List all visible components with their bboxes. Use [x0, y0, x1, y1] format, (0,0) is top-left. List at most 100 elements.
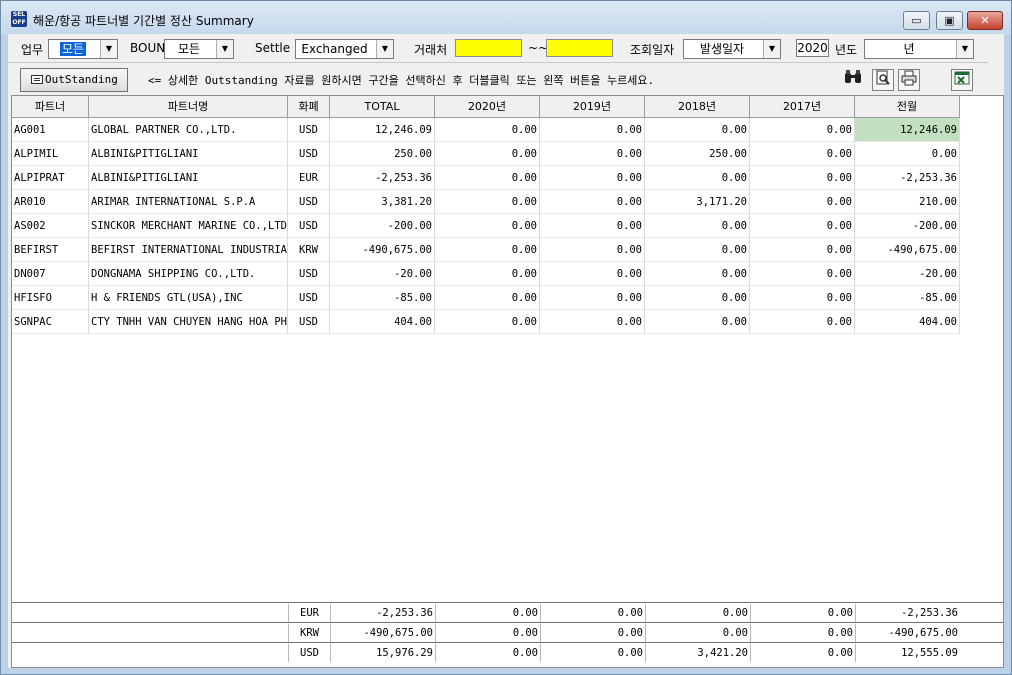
table-cell[interactable]: -85.00: [855, 286, 960, 310]
settle-select[interactable]: Exchanged ▼: [295, 39, 394, 59]
table-cell[interactable]: 0.00: [540, 190, 645, 214]
table-cell[interactable]: 0.00: [750, 262, 855, 286]
table-cell[interactable]: H & FRIENDS GTL(USA),INC: [89, 286, 288, 310]
table-cell[interactable]: KRW: [288, 238, 330, 262]
table-cell[interactable]: ALBINI&PITIGLIANI: [89, 166, 288, 190]
table-cell[interactable]: AG001: [12, 118, 89, 142]
table-cell[interactable]: 0.00: [645, 286, 750, 310]
table-cell[interactable]: 0.00: [540, 118, 645, 142]
table-cell[interactable]: SGNPAC: [12, 310, 89, 334]
title-bar[interactable]: SEL OFF 해운/항공 파트너별 기간별 정산 Summary ▭ ▣ ✕: [1, 1, 1011, 35]
table-cell[interactable]: 0.00: [540, 310, 645, 334]
table-cell[interactable]: USD: [288, 118, 330, 142]
table-cell[interactable]: -2,253.36: [330, 166, 435, 190]
table-cell[interactable]: 0.00: [540, 238, 645, 262]
table-cell[interactable]: -490,675.00: [855, 238, 960, 262]
table-cell[interactable]: SINCKOR MERCHANT MARINE CO.,LTD: [89, 214, 288, 238]
bound-select[interactable]: 모든 ▼: [164, 39, 234, 59]
table-cell[interactable]: 0.00: [540, 142, 645, 166]
table-cell[interactable]: 0.00: [750, 238, 855, 262]
table-cell[interactable]: 0.00: [435, 214, 540, 238]
table-cell[interactable]: 0.00: [855, 142, 960, 166]
table-cell[interactable]: EUR: [288, 166, 330, 190]
chevron-down-icon[interactable]: ▼: [216, 40, 233, 58]
table-cell[interactable]: 12,246.09: [855, 118, 960, 142]
date-type-select[interactable]: 발생일자 ▼: [683, 39, 781, 59]
table-cell[interactable]: 0.00: [750, 190, 855, 214]
table-cell[interactable]: -200.00: [855, 214, 960, 238]
excel-icon[interactable]: [951, 69, 973, 91]
table-cell[interactable]: ALBINI&PITIGLIANI: [89, 142, 288, 166]
table-cell[interactable]: 0.00: [645, 166, 750, 190]
table-cell[interactable]: -20.00: [330, 262, 435, 286]
table-cell[interactable]: 0.00: [750, 118, 855, 142]
table-cell[interactable]: 3,171.20: [645, 190, 750, 214]
table-cell[interactable]: ARIMAR INTERNATIONAL S.P.A: [89, 190, 288, 214]
table-cell[interactable]: 0.00: [750, 166, 855, 190]
column-header-2019[interactable]: 2019년: [540, 96, 645, 118]
table-cell[interactable]: 0.00: [435, 262, 540, 286]
business-select[interactable]: 모든 ▼: [48, 39, 118, 59]
chevron-down-icon[interactable]: ▼: [376, 40, 393, 58]
maximize-button[interactable]: ▣: [936, 11, 963, 30]
partner-from-input[interactable]: [455, 39, 522, 57]
table-cell[interactable]: -490,675.00: [330, 238, 435, 262]
table-cell[interactable]: 0.00: [435, 142, 540, 166]
table-cell[interactable]: BEFIRST INTERNATIONAL INDUSTRIAL: [89, 238, 288, 262]
table-cell[interactable]: 250.00: [645, 142, 750, 166]
preview-icon[interactable]: [872, 69, 894, 91]
chevron-down-icon[interactable]: ▼: [100, 40, 117, 58]
column-header-partner-name[interactable]: 파트너명: [89, 96, 288, 118]
table-cell[interactable]: 404.00: [855, 310, 960, 334]
column-header-partner[interactable]: 파트너: [12, 96, 89, 118]
table-cell[interactable]: 0.00: [645, 310, 750, 334]
table-cell[interactable]: -20.00: [855, 262, 960, 286]
column-header-total[interactable]: TOTAL: [330, 96, 435, 118]
table-cell[interactable]: 0.00: [435, 310, 540, 334]
table-cell[interactable]: 0.00: [750, 214, 855, 238]
chevron-down-icon[interactable]: ▼: [956, 40, 973, 58]
table-cell[interactable]: USD: [288, 190, 330, 214]
column-header-2018[interactable]: 2018년: [645, 96, 750, 118]
table-cell[interactable]: 0.00: [750, 286, 855, 310]
table-cell[interactable]: AR010: [12, 190, 89, 214]
table-cell[interactable]: 12,246.09: [330, 118, 435, 142]
close-button[interactable]: ✕: [967, 11, 1003, 30]
binoculars-icon[interactable]: [842, 69, 864, 91]
table-cell[interactable]: 0.00: [540, 166, 645, 190]
print-icon[interactable]: [898, 69, 920, 91]
outstanding-button[interactable]: OutStanding: [20, 68, 128, 92]
table-cell[interactable]: 0.00: [540, 286, 645, 310]
table-cell[interactable]: GLOBAL PARTNER CO.,LTD.: [89, 118, 288, 142]
table-cell[interactable]: 0.00: [435, 118, 540, 142]
column-header-2017[interactable]: 2017년: [750, 96, 855, 118]
table-cell[interactable]: 404.00: [330, 310, 435, 334]
period-select[interactable]: 년 ▼: [864, 39, 974, 59]
year-input[interactable]: 2020: [796, 39, 829, 57]
table-cell[interactable]: ALPIMIL: [12, 142, 89, 166]
table-cell[interactable]: USD: [288, 286, 330, 310]
minimize-button[interactable]: ▭: [903, 11, 930, 30]
table-cell[interactable]: 210.00: [855, 190, 960, 214]
table-cell[interactable]: 0.00: [645, 262, 750, 286]
table-cell[interactable]: 0.00: [435, 238, 540, 262]
partner-to-input[interactable]: [546, 39, 613, 57]
table-cell[interactable]: -2,253.36: [855, 166, 960, 190]
column-header-prev-month[interactable]: 전월: [855, 96, 960, 118]
table-cell[interactable]: USD: [288, 310, 330, 334]
table-cell[interactable]: 0.00: [645, 118, 750, 142]
table-cell[interactable]: 0.00: [645, 238, 750, 262]
table-cell[interactable]: HFISFO: [12, 286, 89, 310]
table-cell[interactable]: AS002: [12, 214, 89, 238]
table-cell[interactable]: BEFIRST: [12, 238, 89, 262]
table-cell[interactable]: -200.00: [330, 214, 435, 238]
summary-grid[interactable]: 파트너 파트너명 화폐 TOTAL 2020년 2019년 2018년 2017년 전월 AG0…: [11, 95, 1004, 668]
table-cell[interactable]: 0.00: [750, 142, 855, 166]
column-header-currency[interactable]: 화폐: [288, 96, 330, 118]
table-cell[interactable]: DONGNAMA SHIPPING CO.,LTD.: [89, 262, 288, 286]
table-cell[interactable]: USD: [288, 214, 330, 238]
table-cell[interactable]: USD: [288, 262, 330, 286]
column-header-2020[interactable]: 2020년: [435, 96, 540, 118]
table-cell[interactable]: 0.00: [435, 166, 540, 190]
table-cell[interactable]: 0.00: [645, 214, 750, 238]
